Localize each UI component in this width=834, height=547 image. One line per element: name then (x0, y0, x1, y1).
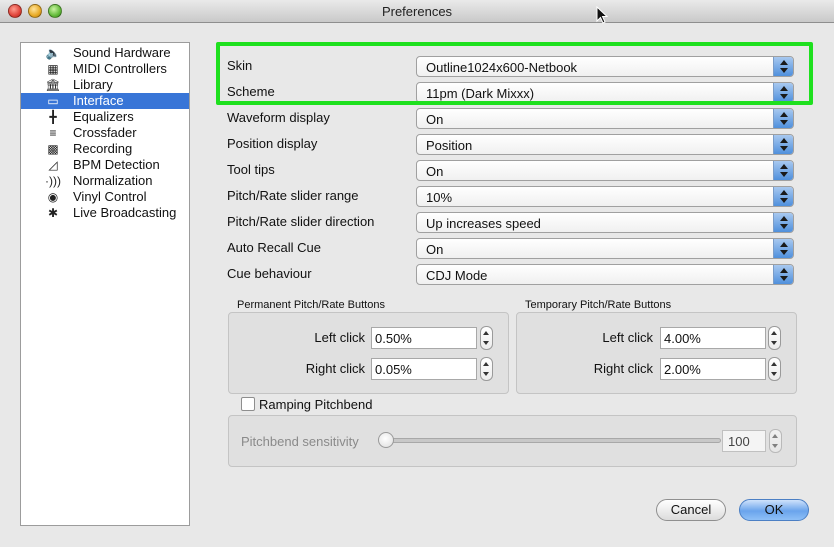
tool-tips-dropdown[interactable]: On (416, 160, 794, 181)
cancel-button[interactable]: Cancel (656, 499, 726, 521)
temporary-group (516, 312, 797, 394)
sidebar-item-bpm-detection[interactable]: ◿ BPM Detection (21, 157, 189, 173)
temporary-right-click-input[interactable]: 2.00% (660, 358, 766, 380)
permanent-right-click-stepper[interactable] (480, 357, 493, 381)
temporary-group-title: Temporary Pitch/Rate Buttons (525, 299, 672, 311)
waveform-display-value: On (426, 112, 444, 127)
permanent-group (228, 312, 509, 394)
permanent-left-click-input[interactable]: 0.50% (371, 327, 477, 349)
sidebar-item-label: BPM Detection (73, 157, 160, 172)
metronome-icon: ◿ (48, 158, 58, 172)
sidebar-item-recording[interactable]: ▩ Recording (21, 141, 189, 157)
auto-recall-cue-value: On (426, 242, 444, 257)
sidebar-item-label: Live Broadcasting (73, 205, 177, 220)
sidebar-item-live-broadcasting[interactable]: ✱ Live Broadcasting (21, 205, 189, 221)
permanent-group-title: Permanent Pitch/Rate Buttons (237, 299, 385, 311)
dropdown-arrows-icon (773, 135, 793, 154)
permanent-left-click-value: 0.50% (375, 331, 412, 346)
temporary-left-click-label: Left click (602, 330, 653, 345)
position-display-value: Position (426, 138, 473, 153)
auto-recall-cue-dropdown[interactable]: On (416, 238, 794, 259)
pitchbend-sensitivity-track (382, 438, 721, 443)
sidebar-item-label: Crossfader (73, 125, 137, 140)
ramping-pitchbend-checkbox[interactable] (241, 397, 255, 411)
sidebar-item-vinyl-control[interactable]: ◉ Vinyl Control (21, 189, 189, 205)
cue-behaviour-dropdown[interactable]: CDJ Mode (416, 264, 794, 285)
sidebar-item-label: Recording (73, 141, 133, 156)
tool-tips-label: Tool tips (227, 162, 275, 177)
temporary-right-click-stepper[interactable] (768, 357, 781, 381)
dropdown-arrows-icon (773, 239, 793, 258)
tape-recorder-icon: ▩ (47, 142, 59, 156)
temporary-right-click-label: Right click (593, 361, 653, 376)
title-bar: Preferences (0, 0, 834, 24)
sidebar-item-crossfader[interactable]: ≡ Crossfader (21, 125, 189, 141)
sidebar-item-equalizers[interactable]: ╋ Equalizers (21, 109, 189, 125)
pitchbend-sensitivity-label: Pitchbend sensitivity (241, 434, 359, 449)
pitch-rate-range-dropdown[interactable]: 10% (416, 186, 794, 207)
cue-behaviour-label: Cue behaviour (227, 266, 312, 281)
pitch-rate-direction-value: Up increases speed (426, 216, 541, 231)
pitch-rate-range-value: 10% (426, 190, 453, 205)
sound-waves-icon: ·))) (45, 174, 61, 188)
permanent-right-click-input[interactable]: 0.05% (371, 358, 477, 380)
permanent-left-click-label: Left click (314, 330, 365, 345)
dropdown-arrows-icon (773, 265, 793, 284)
permanent-right-click-value: 0.05% (375, 362, 412, 377)
sidebar-item-label: Equalizers (73, 109, 134, 124)
pitch-rate-direction-dropdown[interactable]: Up increases speed (416, 212, 794, 233)
sidebar-item-label: Library (73, 77, 113, 92)
library-icon: 🏛 (45, 78, 61, 92)
dropdown-arrows-icon (773, 213, 793, 232)
equalizer-icon: ╋ (49, 110, 57, 124)
crossfader-icon: ≡ (49, 126, 57, 140)
speaker-icon: 🔈 (45, 46, 61, 60)
pitch-rate-direction-label: Pitch/Rate slider direction (227, 214, 375, 229)
temporary-left-click-input[interactable]: 4.00% (660, 327, 766, 349)
ok-button[interactable]: OK (739, 499, 809, 521)
sidebar-item-midi-controllers[interactable]: ▦ MIDI Controllers (21, 61, 189, 77)
auto-recall-cue-label: Auto Recall Cue (227, 240, 321, 255)
sidebar-item-label: Interface (73, 93, 124, 108)
position-display-dropdown[interactable]: Position (416, 134, 794, 155)
antenna-icon: ✱ (47, 206, 59, 220)
waveform-display-dropdown[interactable]: On (416, 108, 794, 129)
sidebar-item-sound-hardware[interactable]: 🔈 Sound Hardware (21, 45, 189, 61)
dropdown-arrows-icon (773, 187, 793, 206)
temporary-left-click-stepper[interactable] (768, 326, 781, 350)
window-title: Preferences (381, 4, 453, 19)
sidebar-item-normalization[interactable]: ·))) Normalization (21, 173, 189, 189)
sidebar-item-label: Vinyl Control (73, 189, 147, 204)
pitchbend-sensitivity-stepper[interactable] (769, 429, 782, 453)
vinyl-record-icon: ◉ (47, 190, 59, 204)
pitchbend-sensitivity-value: 100 (728, 434, 750, 449)
pitch-rate-range-label: Pitch/Rate slider range (227, 188, 359, 203)
sidebar-item-label: Normalization (73, 173, 153, 188)
temporary-left-click-value: 4.00% (664, 331, 701, 346)
temporary-right-click-value: 2.00% (664, 362, 701, 377)
tool-tips-value: On (426, 164, 444, 179)
ramping-pitchbend-label: Ramping Pitchbend (259, 397, 373, 412)
dropdown-arrows-icon (773, 109, 793, 128)
sidebar-item-label: MIDI Controllers (73, 61, 167, 76)
keyboard-icon: ▦ (47, 62, 59, 76)
dropdown-arrows-icon (773, 161, 793, 180)
permanent-left-click-stepper[interactable] (480, 326, 493, 350)
cue-behaviour-value: CDJ Mode (426, 268, 488, 283)
pitchbend-sensitivity-slider-thumb[interactable] (378, 432, 394, 448)
preferences-sidebar: 🔈 Sound Hardware ▦ MIDI Controllers 🏛 Li… (20, 42, 190, 526)
sidebar-item-library[interactable]: 🏛 Library (21, 77, 189, 93)
sidebar-item-label: Sound Hardware (73, 45, 171, 60)
monitor-icon: ▭ (47, 94, 59, 108)
highlight-box (216, 42, 813, 105)
permanent-right-click-label: Right click (305, 361, 365, 376)
pitchbend-sensitivity-input[interactable]: 100 (722, 430, 766, 452)
position-display-label: Position display (227, 136, 318, 151)
sidebar-item-interface[interactable]: ▭ Interface (21, 93, 189, 109)
waveform-display-label: Waveform display (227, 110, 330, 125)
mouse-pointer-icon (596, 6, 608, 24)
